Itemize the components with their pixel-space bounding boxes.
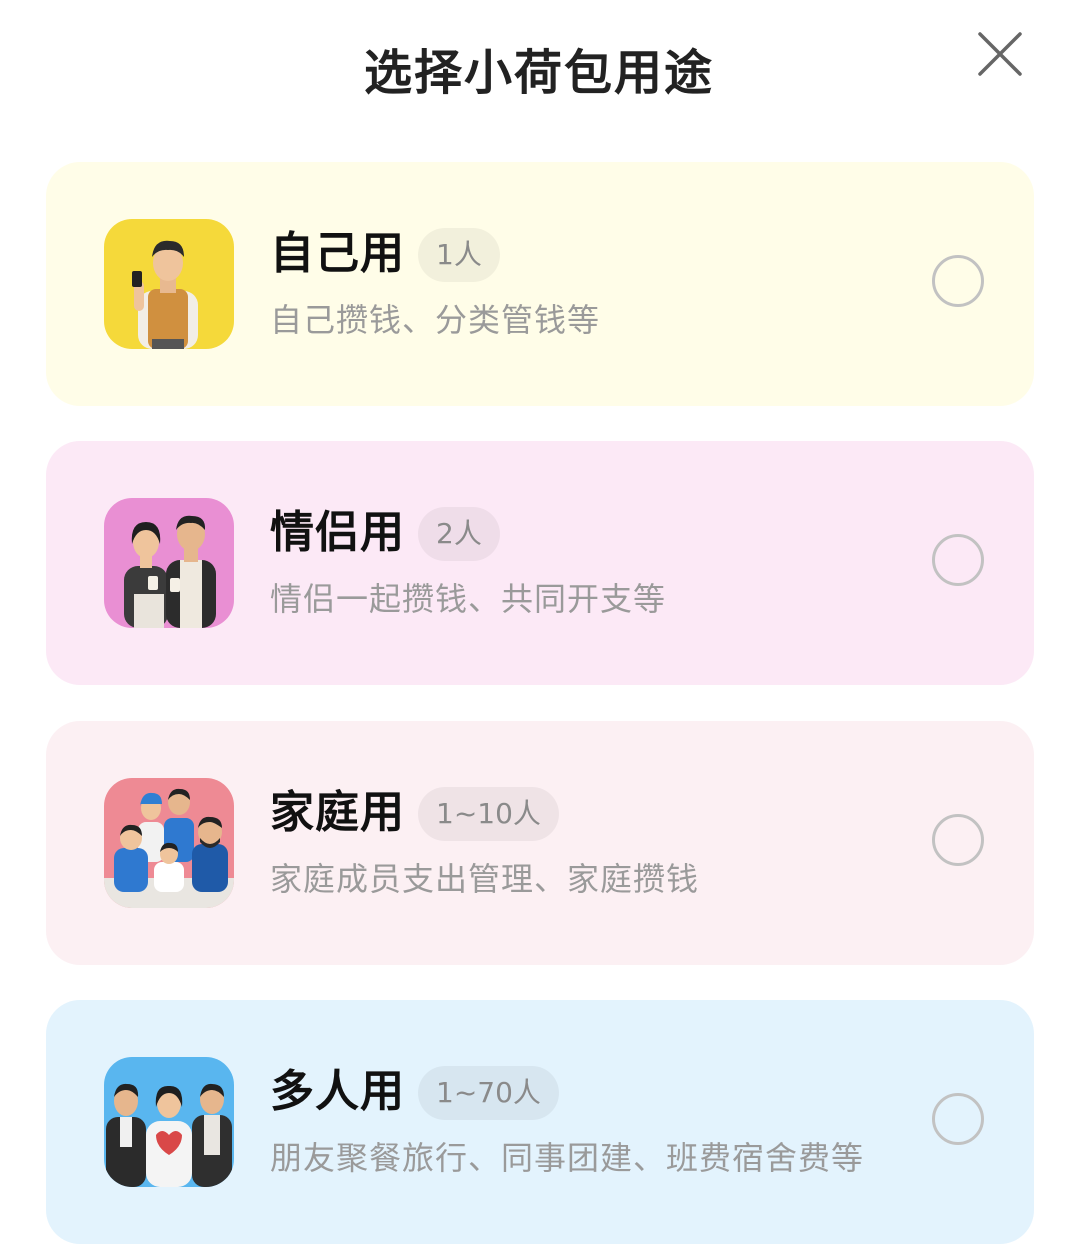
option-radio[interactable]: [932, 534, 984, 586]
close-icon[interactable]: [976, 30, 1024, 78]
option-name: 多人用: [270, 1066, 405, 1117]
family-avatar-icon: [104, 778, 234, 908]
option-description: 情侣一起攒钱、共同开支等: [270, 580, 667, 618]
member-count-badge: 1人: [418, 228, 500, 282]
option-card-couple[interactable]: 情侣用 2人 情侣一起攒钱、共同开支等: [46, 441, 1034, 685]
page-title: 选择小荷包用途: [363, 45, 714, 101]
single-person-avatar-icon: [104, 219, 234, 349]
option-description: 朋友聚餐旅行、同事团建、班费宿舍费等: [270, 1139, 865, 1177]
group-avatar-icon: [104, 1057, 234, 1187]
option-radio[interactable]: [932, 1093, 984, 1145]
option-radio[interactable]: [932, 814, 984, 866]
option-card-group[interactable]: 多人用 1~70人 朋友聚餐旅行、同事团建、班费宿舍费等: [46, 1000, 1034, 1244]
option-name: 家庭用: [270, 787, 405, 838]
member-count-badge: 2人: [418, 507, 500, 561]
member-count-badge: 1~10人: [418, 787, 559, 841]
option-radio[interactable]: [932, 255, 984, 307]
option-description: 家庭成员支出管理、家庭攒钱: [270, 860, 700, 898]
close-button[interactable]: [976, 30, 1024, 78]
member-count-badge: 1~70人: [418, 1066, 559, 1120]
option-name: 情侣用: [270, 507, 405, 558]
option-name: 自己用: [270, 228, 405, 279]
couple-avatar-icon: [104, 498, 234, 628]
option-card-self[interactable]: 自己用 1人 自己攒钱、分类管钱等: [46, 162, 1034, 406]
purpose-selection-sheet: 选择小荷包用途 自己用 1人 自己攒钱、分类管钱等 情侣用 2人 情侣一起攒钱、…: [0, 0, 1078, 1254]
option-card-family[interactable]: 家庭用 1~10人 家庭成员支出管理、家庭攒钱: [46, 721, 1034, 965]
option-description: 自己攒钱、分类管钱等: [270, 301, 601, 339]
